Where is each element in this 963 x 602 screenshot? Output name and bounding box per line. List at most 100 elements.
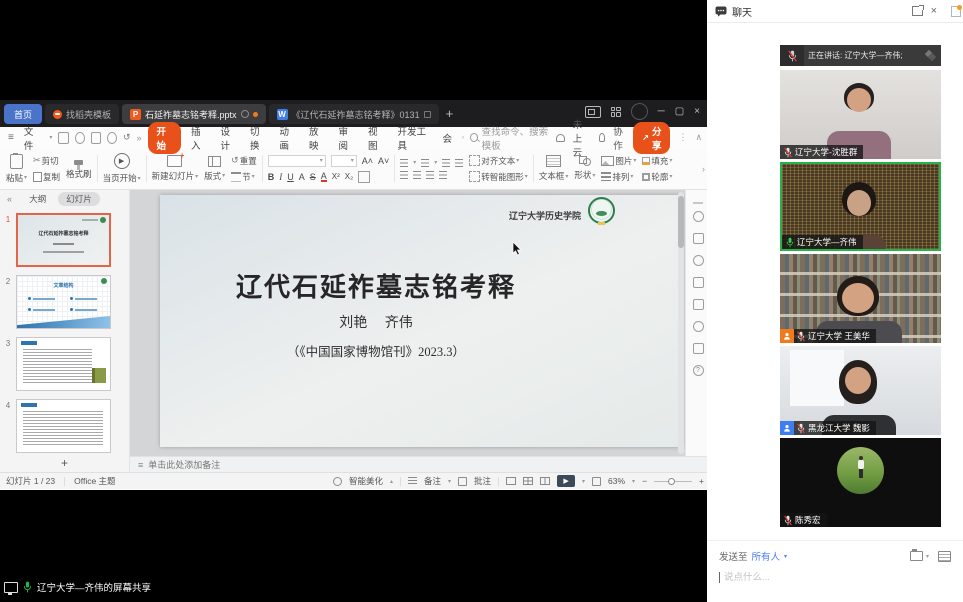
align-left-icon[interactable] xyxy=(400,171,408,179)
arrange-button[interactable]: 排列▾ xyxy=(601,171,636,183)
attach-caret-icon[interactable]: ▾ xyxy=(926,553,929,560)
collaborate-label[interactable]: 协作 xyxy=(613,124,625,152)
slide-journal[interactable]: （《中国国家博物馆刊》2023.3） xyxy=(160,341,592,360)
smart-graphic-button[interactable]: 转智能图形▾ xyxy=(469,171,528,183)
print-icon[interactable] xyxy=(91,132,101,144)
collapse-ribbon-icon[interactable]: ∧ xyxy=(695,132,702,143)
normal-view-icon[interactable] xyxy=(506,477,516,485)
lightbulb-icon[interactable] xyxy=(241,110,249,118)
slide-thumbnail-2[interactable]: 2 文章结构 xyxy=(0,275,125,329)
slide-editor[interactable]: 辽宁大学历史学院 辽代石延祚墓志铭考释 刘艳 齐伟 （《中国国家博物馆刊》202… xyxy=(160,195,683,447)
comments-toggle[interactable]: 批注 xyxy=(474,475,491,487)
play-from-current-button[interactable]: ▶ 当页开始▾ xyxy=(103,153,141,184)
beautify-button[interactable]: 智能美化 xyxy=(349,475,383,487)
vertical-scrollbar[interactable] xyxy=(678,192,684,454)
font-color-button[interactable]: A xyxy=(321,172,327,182)
tab-writer-file[interactable]: W 《辽代石延祚墓志铭考释》0131 xyxy=(269,104,439,124)
slide-sorter-view-icon[interactable] xyxy=(523,477,533,485)
share-button[interactable]: ↗分享 xyxy=(633,122,670,154)
effects-icon[interactable] xyxy=(693,255,704,266)
menu-icon[interactable]: ≡ xyxy=(8,132,14,143)
align-right-icon[interactable] xyxy=(426,171,434,179)
cast-screen-icon[interactable] xyxy=(693,277,704,288)
fit-window-icon[interactable] xyxy=(592,477,601,486)
ribbon-tab-transition[interactable]: 切换 xyxy=(246,123,270,153)
undo-icon[interactable]: ↺ xyxy=(123,132,131,143)
tab-presentation-file[interactable]: P 石延祚墓志铭考释.pptx xyxy=(122,104,266,124)
reading-view-icon[interactable] xyxy=(540,477,550,485)
new-tab-button[interactable]: + xyxy=(446,106,454,121)
chat-message-input[interactable] xyxy=(722,571,926,584)
web-resource-icon[interactable] xyxy=(693,321,704,332)
help-icon[interactable]: ? xyxy=(693,365,704,376)
new-slide-button[interactable]: 新建幻灯片▾ xyxy=(152,155,199,182)
slide-thumbnail-3[interactable]: 3 xyxy=(0,337,125,391)
video-tile-qiwei[interactable]: 辽宁大学—齐伟 xyxy=(780,162,941,251)
minimize-button[interactable]: ─ xyxy=(658,107,665,117)
strikethrough-button[interactable]: S xyxy=(310,172,316,182)
bullet-list-icon[interactable] xyxy=(400,159,408,167)
ribbon-tab-devtools[interactable]: 开发工具 xyxy=(394,123,433,153)
subscript-button[interactable]: X₂ xyxy=(345,172,353,181)
file-menu[interactable]: 文件 xyxy=(20,123,44,153)
ribbon-tab-review[interactable]: 审阅 xyxy=(335,123,359,153)
ribbon-tab-design[interactable]: 设计 xyxy=(217,123,241,153)
indent-increase-icon[interactable] xyxy=(455,159,463,167)
ribbon-tab-slideshow[interactable]: 放映 xyxy=(305,123,329,153)
section-button[interactable]: 节▾ xyxy=(231,171,257,183)
restore-button[interactable]: ▢ xyxy=(675,107,684,117)
more-menu-icon[interactable]: ⋮ xyxy=(678,132,687,143)
align-text-button[interactable]: 对齐文本▾ xyxy=(469,155,528,167)
video-tile-wangmeihua[interactable]: 辽宁大学 王美华 xyxy=(780,254,941,343)
reference-book-icon[interactable] xyxy=(693,343,704,354)
window-layout-icon[interactable] xyxy=(585,106,601,118)
increase-font-icon[interactable]: A˄ xyxy=(362,156,373,166)
notes-toggle[interactable]: 备注 xyxy=(424,475,441,487)
zoom-level[interactable]: 63% xyxy=(608,476,625,486)
text-shadow-button[interactable]: A xyxy=(299,172,305,182)
collaborate-icon[interactable] xyxy=(599,133,605,142)
popout-icon[interactable] xyxy=(912,6,923,16)
adjust-sliders-icon[interactable] xyxy=(693,233,704,244)
copy-button[interactable]: 复制 xyxy=(33,171,60,183)
superscript-button[interactable]: X² xyxy=(332,172,340,181)
member-chevron-icon[interactable]: › xyxy=(462,135,464,141)
add-slide-button[interactable]: + xyxy=(0,456,130,472)
zoom-slider-knob[interactable] xyxy=(668,478,675,485)
command-search[interactable]: 查找命令、搜索模板 xyxy=(470,124,550,152)
notification-badge-icon[interactable] xyxy=(951,6,961,17)
slide-authors[interactable]: 刘艳 齐伟 xyxy=(160,312,592,332)
zoom-slider[interactable] xyxy=(654,481,692,482)
cut-button[interactable]: ✂剪切 xyxy=(33,155,60,167)
ribbon-tab-animation[interactable]: 动画 xyxy=(276,123,300,153)
theme-label[interactable]: Office 主题 xyxy=(74,475,115,487)
pinyin-guide-icon[interactable] xyxy=(358,171,370,183)
image-library-icon[interactable] xyxy=(693,299,704,310)
shape-button[interactable]: 形状▾ xyxy=(574,156,595,181)
italic-button[interactable]: I xyxy=(279,172,282,182)
slide-thumbnail-1[interactable]: 1 辽代石延祚墓志铭考释 xyxy=(0,213,125,267)
file-menu-caret-icon[interactable]: ▾ xyxy=(49,134,52,141)
zoom-out-button[interactable]: − xyxy=(642,476,647,486)
close-button[interactable]: × xyxy=(694,107,700,117)
scrollbar-thumb[interactable] xyxy=(678,196,684,248)
bold-button[interactable]: B xyxy=(268,172,275,182)
send-to-selector[interactable]: 所有人 xyxy=(752,549,781,563)
ribbon-tab-insert[interactable]: 插入 xyxy=(187,123,211,153)
underline-button[interactable]: U xyxy=(287,172,294,182)
notes-bar[interactable]: ≡ 单击此处添加备注 xyxy=(130,456,710,472)
collapse-panel-icon[interactable]: « xyxy=(7,194,12,204)
font-size-select[interactable]: ▾ xyxy=(331,155,357,167)
font-family-select[interactable]: ▾ xyxy=(268,155,326,167)
text-box-button[interactable]: 文本框▾ xyxy=(539,155,569,182)
apps-grid-icon[interactable] xyxy=(611,107,621,117)
send-to-caret-icon[interactable]: ▾ xyxy=(784,553,787,560)
ribbon-tab-member[interactable]: 会 xyxy=(439,130,457,146)
slide-thumbnail-4[interactable]: 4 xyxy=(0,399,125,453)
video-tile-chenxiuhong[interactable]: 陈秀宏 xyxy=(780,438,941,527)
preview-icon[interactable] xyxy=(107,132,117,144)
close-chat-icon[interactable]: × xyxy=(931,5,937,17)
numbered-list-icon[interactable] xyxy=(421,159,429,167)
slide-title[interactable]: 辽代石延祚墓志铭考释 xyxy=(160,267,592,304)
zoom-in-button[interactable]: + xyxy=(699,476,704,486)
